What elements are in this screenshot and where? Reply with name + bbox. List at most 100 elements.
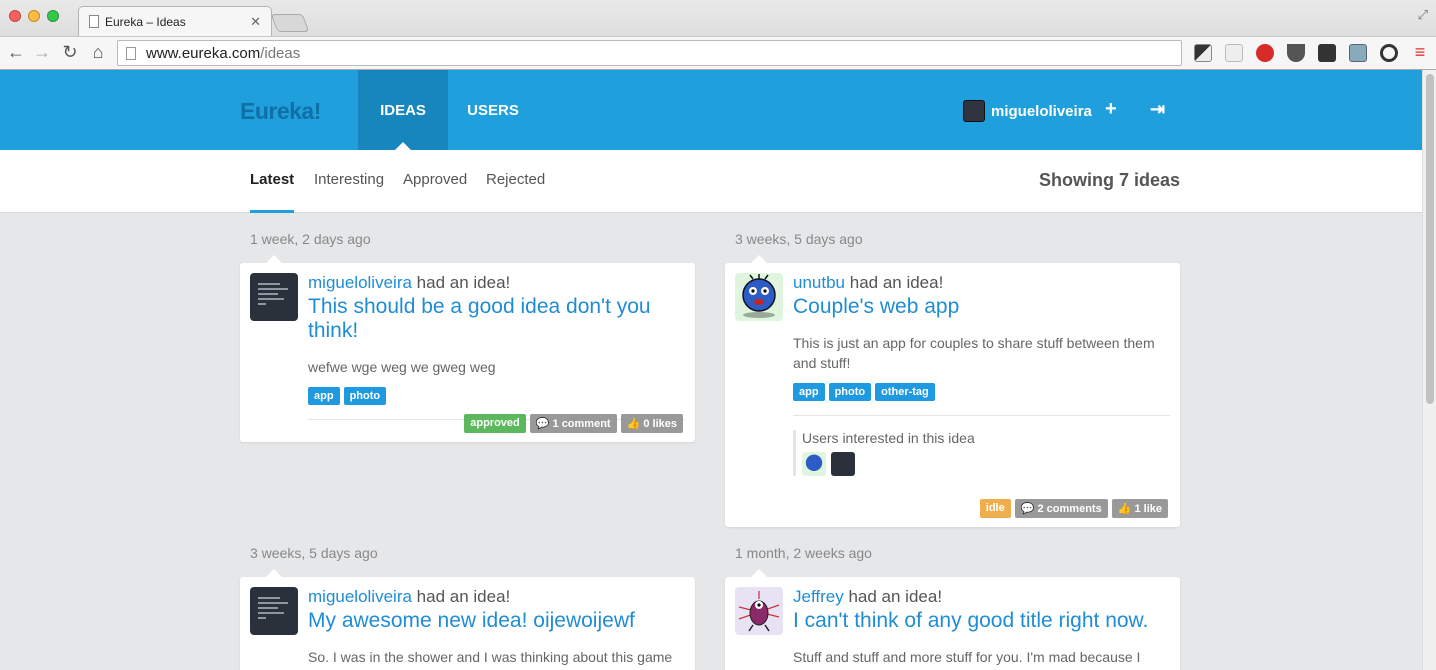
status-badge: approved [464, 414, 526, 433]
author-link[interactable]: unutbu [793, 273, 845, 292]
idea-card: migueloliveira had an idea! This should … [240, 255, 695, 442]
idea-time: 3 weeks, 5 days ago [735, 231, 863, 247]
idea-description: This is just an app for couples to share… [793, 335, 1155, 371]
had-idea-text: had an idea! [416, 273, 511, 292]
close-tab-icon[interactable]: ✕ [250, 14, 261, 30]
brand-logo[interactable]: Eureka! [240, 98, 321, 125]
tag[interactable]: other-tag [875, 383, 935, 401]
tab-approved[interactable]: Approved [403, 150, 467, 213]
current-user-link[interactable]: migueloliveira [963, 100, 1092, 122]
blue-monster-icon [742, 274, 776, 318]
document-icon [89, 15, 99, 28]
browser-toolbar: ← → ↻ ⌂ www.eureka.com/ideas ≡ [0, 36, 1436, 69]
idea-time: 3 weeks, 5 days ago [250, 545, 378, 561]
author-avatar[interactable] [735, 587, 783, 635]
sign-out-icon[interactable]: ⇥ [1150, 99, 1165, 120]
tab-interesting[interactable]: Interesting [314, 150, 384, 213]
had-idea-text: had an idea! [848, 587, 943, 606]
idea-card: migueloliveira had an idea! My awesome n… [240, 569, 695, 670]
interested-user-avatar[interactable] [802, 452, 826, 476]
url-host: www.eureka.com [146, 44, 261, 62]
comments-count: 2 comments [1037, 503, 1102, 515]
filter-bar: Latest Interesting Approved Rejected Sho… [0, 150, 1422, 213]
author-link[interactable]: migueloliveira [308, 587, 412, 606]
tab-title: Eureka – Ideas [105, 14, 186, 29]
idea-description: Stuff and stuff and more stuff for you. … [793, 649, 1141, 665]
back-arrow-icon[interactable]: ← [6, 42, 26, 63]
tab-latest[interactable]: Latest [250, 150, 295, 213]
zoom-window-button[interactable] [47, 10, 59, 22]
idea-title[interactable]: My awesome new idea! oijewoijewf [308, 609, 685, 633]
interested-users: Users interested in this idea [793, 430, 1170, 476]
browser-tab[interactable]: Eureka – Ideas ✕ [78, 6, 272, 36]
sync-icon[interactable] [1380, 44, 1398, 62]
idea-title[interactable]: This should be a good idea don't you thi… [308, 295, 685, 343]
minimize-window-button[interactable] [28, 10, 40, 22]
status-badge: idle [979, 499, 1011, 518]
likes-count: 0 likes [643, 418, 677, 430]
window-controls [9, 10, 59, 22]
idea-author-line: Jeffrey had an idea! [793, 587, 1170, 607]
idea-title[interactable]: I can't think of any good title right no… [793, 609, 1170, 633]
idea-author-line: unutbu had an idea! [793, 273, 1170, 293]
had-idea-text: had an idea! [416, 587, 511, 606]
interested-avatars [802, 452, 1170, 476]
idea-meta: approved 💬 1 comment 👍 0 likes [464, 414, 683, 433]
home-icon[interactable]: ⌂ [88, 42, 108, 63]
author-link[interactable]: Jeffrey [793, 587, 844, 606]
ideas-count: Showing 7 ideas [1038, 170, 1180, 190]
comments-badge[interactable]: 💬 2 comments [1014, 499, 1108, 518]
likes-badge[interactable]: 👍 1 like [1111, 499, 1168, 518]
reload-icon[interactable]: ↻ [60, 42, 80, 63]
fullscreen-icon[interactable]: ⤢ [1418, 7, 1428, 23]
reader-icon[interactable] [1225, 44, 1243, 62]
forward-arrow-icon[interactable]: → [32, 42, 52, 63]
menu-icon[interactable]: ≡ [1410, 42, 1430, 63]
comments-badge[interactable]: 💬 1 comment [529, 414, 617, 433]
address-bar[interactable]: www.eureka.com/ideas [117, 40, 1182, 66]
screenshot-icon[interactable] [1349, 44, 1367, 62]
tag[interactable]: app [308, 387, 340, 405]
buffer-icon[interactable] [1318, 44, 1336, 62]
username: migueloliveira [991, 102, 1092, 120]
close-window-button[interactable] [9, 10, 21, 22]
idea-card: Jeffrey had an idea! I can't think of an… [725, 569, 1180, 670]
idea-time: 1 week, 2 days ago [250, 231, 371, 247]
thumbs-up-icon: 👍 [1117, 503, 1132, 515]
app-navbar: Eureka! IDEAS USERS migueloliveira + ⇥ [0, 70, 1422, 150]
extension-icon[interactable] [1194, 44, 1212, 62]
thumbs-up-icon: 👍 [626, 418, 641, 430]
likes-count: 1 like [1134, 503, 1162, 515]
scrollbar-thumb[interactable] [1426, 74, 1434, 404]
tab-rejected[interactable]: Rejected [486, 150, 545, 213]
nav-ideas[interactable]: IDEAS [358, 70, 448, 150]
purple-robot-icon [738, 591, 780, 632]
tag[interactable]: photo [828, 383, 872, 401]
idea-card: unutbu had an idea! Couple's web app Thi… [725, 255, 1180, 527]
idea-title[interactable]: Couple's web app [793, 295, 1170, 319]
tag-list: app photo [308, 387, 685, 405]
author-link[interactable]: migueloliveira [308, 273, 412, 292]
page-scrollbar[interactable] [1422, 70, 1436, 670]
idea-description: wefwe wge weg we gweg weg [308, 359, 496, 375]
new-tab-button[interactable] [270, 14, 310, 32]
tag[interactable]: photo [343, 387, 387, 405]
interested-user-avatar[interactable] [831, 452, 855, 476]
plus-icon[interactable]: + [1105, 98, 1117, 121]
user-avatar [963, 100, 985, 122]
had-idea-text: had an idea! [849, 273, 944, 292]
comment-icon: 💬 [535, 418, 550, 430]
idea-time: 1 month, 2 weeks ago [735, 545, 872, 561]
author-avatar[interactable] [735, 273, 783, 321]
author-avatar[interactable] [250, 587, 298, 635]
author-avatar[interactable] [250, 273, 298, 321]
likes-badge[interactable]: 👍 0 likes [620, 414, 683, 433]
nav-users[interactable]: USERS [448, 70, 538, 150]
tag[interactable]: app [793, 383, 825, 401]
url-path: /ideas [260, 44, 301, 62]
pocket-icon[interactable] [1287, 44, 1305, 62]
interested-label: Users interested in this idea [802, 430, 975, 446]
idea-meta: idle 💬 2 comments 👍 1 like [979, 499, 1168, 518]
divider [793, 415, 1170, 416]
adblock-icon[interactable] [1256, 44, 1274, 62]
